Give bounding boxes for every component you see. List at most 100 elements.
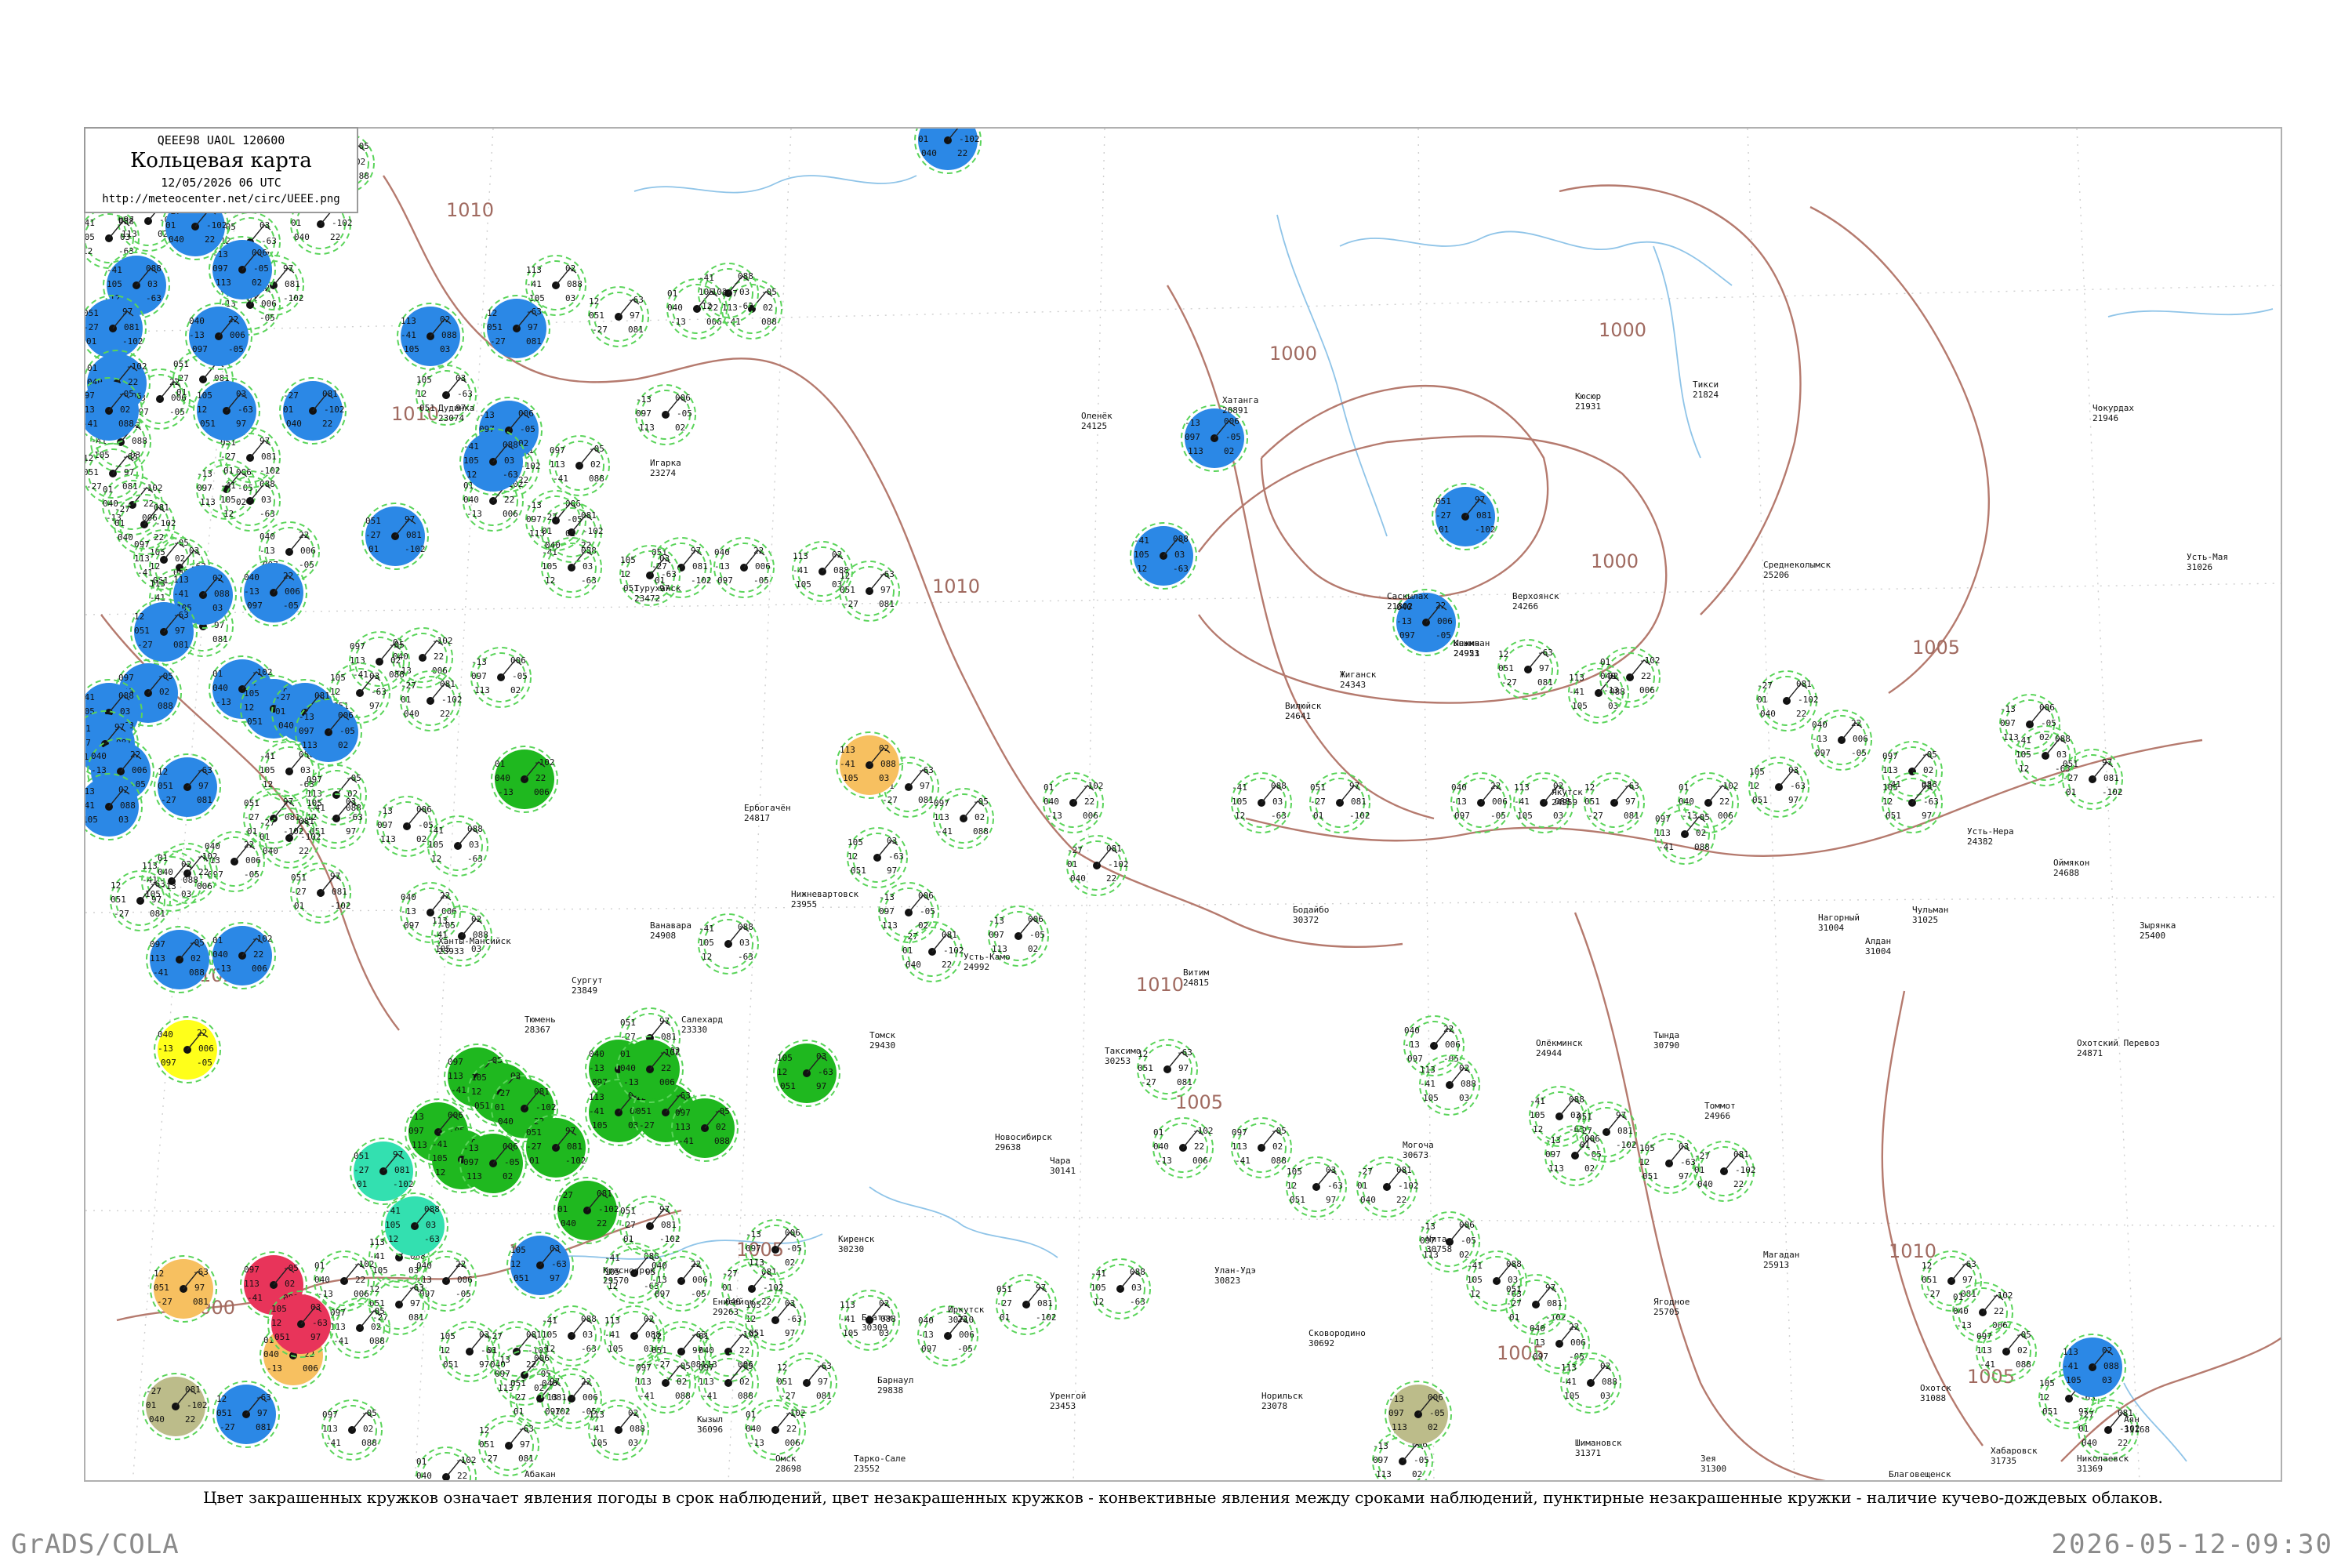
observation-value: 097 xyxy=(545,1406,561,1417)
station-observation[interactable]: 12-6305197-27081 xyxy=(483,295,550,362)
station-code: 20891 xyxy=(1222,405,1248,416)
station-observation[interactable]: -41 088 105 03 12 -63 xyxy=(1231,772,1292,833)
station-observation[interactable]: 1050312-6305197 xyxy=(847,827,908,888)
station-observation[interactable]: -2708101-10204022 xyxy=(1756,670,1819,731)
station-observation[interactable]: 01-10204022-13006 xyxy=(491,746,558,813)
station-observation[interactable]: -41 088 105 03 12 -63 xyxy=(381,1192,448,1260)
observation-value: 088 xyxy=(132,436,147,446)
station-observation[interactable]: 04022-13006097-05 xyxy=(1811,710,1872,771)
observation-value: 040 xyxy=(314,1275,330,1285)
station-observation[interactable]: 1050312-6305197 xyxy=(1882,772,1943,833)
station-observation[interactable]: 12-6305197-27081 xyxy=(776,1352,837,1414)
station-observation[interactable]: 05197-2708101-102 xyxy=(361,503,429,570)
station-observation[interactable]: 11302-4108810503 xyxy=(588,1399,649,1461)
station-observation[interactable]: -2708101-10204022 xyxy=(1693,1141,1756,1202)
station-observation[interactable]: 097 -05 113 02 -41 088 xyxy=(1231,1117,1292,1178)
station-observation[interactable]: 01-10204022-13006 xyxy=(1043,772,1104,833)
station-observation[interactable]: -13 006 097 -05 113 02 xyxy=(635,384,696,445)
station-observation[interactable]: 04022-13006097-05 xyxy=(1450,772,1512,833)
source-url[interactable]: http://meteocenter.net/circ/UEEE.png xyxy=(85,193,357,205)
station-observation[interactable]: 05197-2708101-102 xyxy=(290,862,351,924)
station-observation[interactable]: 04022-13006097-05 xyxy=(185,303,252,370)
observation-value: 02 xyxy=(120,405,130,415)
station-observation[interactable]: -13 006 097 -05 113 02 xyxy=(470,647,532,708)
station-observation[interactable]: 01-10204022-13006 xyxy=(745,1399,806,1461)
station-observation[interactable]: 097 -05 113 02 -41 088 xyxy=(933,788,994,849)
station-observation[interactable]: 12-6305197-27081 xyxy=(839,561,900,622)
observation-value: 081 xyxy=(518,1454,534,1464)
station-observation[interactable]: 04022-13006097-05 xyxy=(400,882,461,943)
station-observation[interactable]: 04022-13006097-05 xyxy=(651,1250,712,1312)
station-observation[interactable]: 1050312-6305197 xyxy=(1286,1156,1347,1218)
station-observation[interactable]: 05197-2708101-102 xyxy=(2062,749,2123,810)
observation-value: -41 xyxy=(1235,1156,1250,1166)
station-observation[interactable]: 05197-2708101-102 xyxy=(85,295,147,362)
station-observation[interactable]: 12-6305197-27081 xyxy=(110,870,171,931)
station-observation[interactable]: 1050312-6305197 xyxy=(1639,1133,1700,1194)
observation-value: 051 xyxy=(173,359,189,369)
station-observation[interactable]: -2708101-10204022 xyxy=(914,129,982,174)
station-observation[interactable]: 11302-4108810503 xyxy=(1568,662,1629,724)
station-observation[interactable]: 01-10204022-13006 xyxy=(1678,772,1739,833)
station-observation[interactable]: -2708101-10204022 xyxy=(902,921,964,982)
station-observation[interactable]: -2708101-10204022 xyxy=(142,1373,209,1440)
station-observation[interactable]: 05197-2708101-102 xyxy=(619,1196,681,1257)
station-observation[interactable]: 01-10204022-13006 xyxy=(1152,1117,1214,1178)
station-observation[interactable]: 12-6305197-27081 xyxy=(1921,1250,1982,1312)
station-observation[interactable]: 04022-13006097-05 xyxy=(713,537,775,598)
observation-value: 113 xyxy=(1188,446,1203,456)
station-observation[interactable]: -2708101-10204022 xyxy=(1356,1156,1419,1218)
station-observation[interactable]: 12-6305197-27081 xyxy=(478,1415,539,1476)
station-observation[interactable]: 12-6305197-27081 xyxy=(212,1381,280,1448)
station-observation[interactable]: 097 -05 113 02 -41 088 xyxy=(85,377,143,445)
station-observation[interactable]: 12-6305197-27081 xyxy=(588,286,649,347)
observation-value: 051 xyxy=(589,310,604,321)
station-observation[interactable]: -2708101-10204022 xyxy=(279,377,347,445)
station-observation[interactable]: 12-6305197-27081 xyxy=(130,598,198,666)
station-observation[interactable]: 12-6305197-27081 xyxy=(154,753,221,821)
observation-value: -102 xyxy=(441,695,463,705)
station-observation[interactable]: 1050312-6305197 xyxy=(745,1290,806,1351)
station-observation[interactable]: 12-6305197-27081 xyxy=(1584,772,1645,833)
station-observation[interactable]: 1050312-6305197 xyxy=(773,1040,840,1107)
station-observation[interactable]: 01-10204022-13006 xyxy=(666,278,728,339)
station-observation[interactable]: -41 088 105 03 12 -63 xyxy=(541,1305,602,1367)
station-observation[interactable]: -2708101-10204022 xyxy=(1066,835,1129,896)
observation-value: -41 xyxy=(153,967,169,978)
observation-value: 22 xyxy=(2118,1438,2128,1448)
station-observation[interactable]: 05197-2708101-102 xyxy=(1309,772,1370,833)
station-observation[interactable]: 01-10204022-13006 xyxy=(1599,647,1661,708)
observation-value: 097 xyxy=(879,906,895,916)
observation-value: -13 xyxy=(189,330,205,340)
observation-value: 081 xyxy=(1624,811,1639,821)
station-observation[interactable]: 01-10204022-13006 xyxy=(209,922,276,989)
station-observation[interactable]: 05197-2708101-102 xyxy=(996,1274,1057,1335)
station-observation[interactable]: 12-6305197-27081 xyxy=(1497,639,1559,700)
station-observation[interactable]: 1050312-6305197 xyxy=(1748,757,1809,818)
station-observation[interactable]: -13 006 097 -05 113 02 xyxy=(1385,1381,1452,1448)
station-observation[interactable]: 05197-2708101-102 xyxy=(1576,1102,1637,1163)
station-observation[interactable]: 11302-4108810503 xyxy=(397,303,464,370)
observation-value: -63 xyxy=(738,952,753,962)
station-observation[interactable]: 04022-13006097-05 xyxy=(240,559,307,626)
station-observation[interactable]: 11302-4108810503 xyxy=(85,773,143,840)
station-observation[interactable]: 01-10204022-13006 xyxy=(416,1446,477,1482)
station-observation[interactable]: 04022-13006097-05 xyxy=(204,831,265,892)
observation-value: 006 xyxy=(1083,811,1098,821)
station-observation[interactable]: 12-6305197-27081 xyxy=(1137,1039,1198,1100)
station-observation[interactable]: 097 -05 113 02 -41 088 xyxy=(549,435,610,496)
station-observation[interactable]: -41 088 105 03 12 -63 xyxy=(698,913,759,975)
station-observation[interactable]: -41 088 105 03 12 -63 xyxy=(427,815,488,877)
station-code: 24266 xyxy=(1512,601,1538,612)
station-observation[interactable]: 097 -05 113 02 -41 088 xyxy=(698,1352,759,1414)
station-name: Хатанга xyxy=(1222,395,1258,405)
station-observation[interactable]: -41 088 105 03 12 -63 xyxy=(1130,522,1197,590)
station-observation[interactable]: 11302-4108810503 xyxy=(2059,1334,2126,1401)
observation-value: 12 xyxy=(848,851,858,862)
station-observation[interactable]: 11302-4108810503 xyxy=(1560,1352,1621,1414)
station-observation[interactable]: 097 -05 113 02 -41 088 xyxy=(321,1399,383,1461)
observation-value: -63 xyxy=(661,569,677,579)
station-observation[interactable]: 05197-2708101-102 xyxy=(1432,483,1499,550)
station-observation[interactable]: 04022-13006097-05 xyxy=(154,1016,221,1083)
station-observation[interactable]: -41 088 105 03 12 -63 xyxy=(1090,1258,1151,1319)
